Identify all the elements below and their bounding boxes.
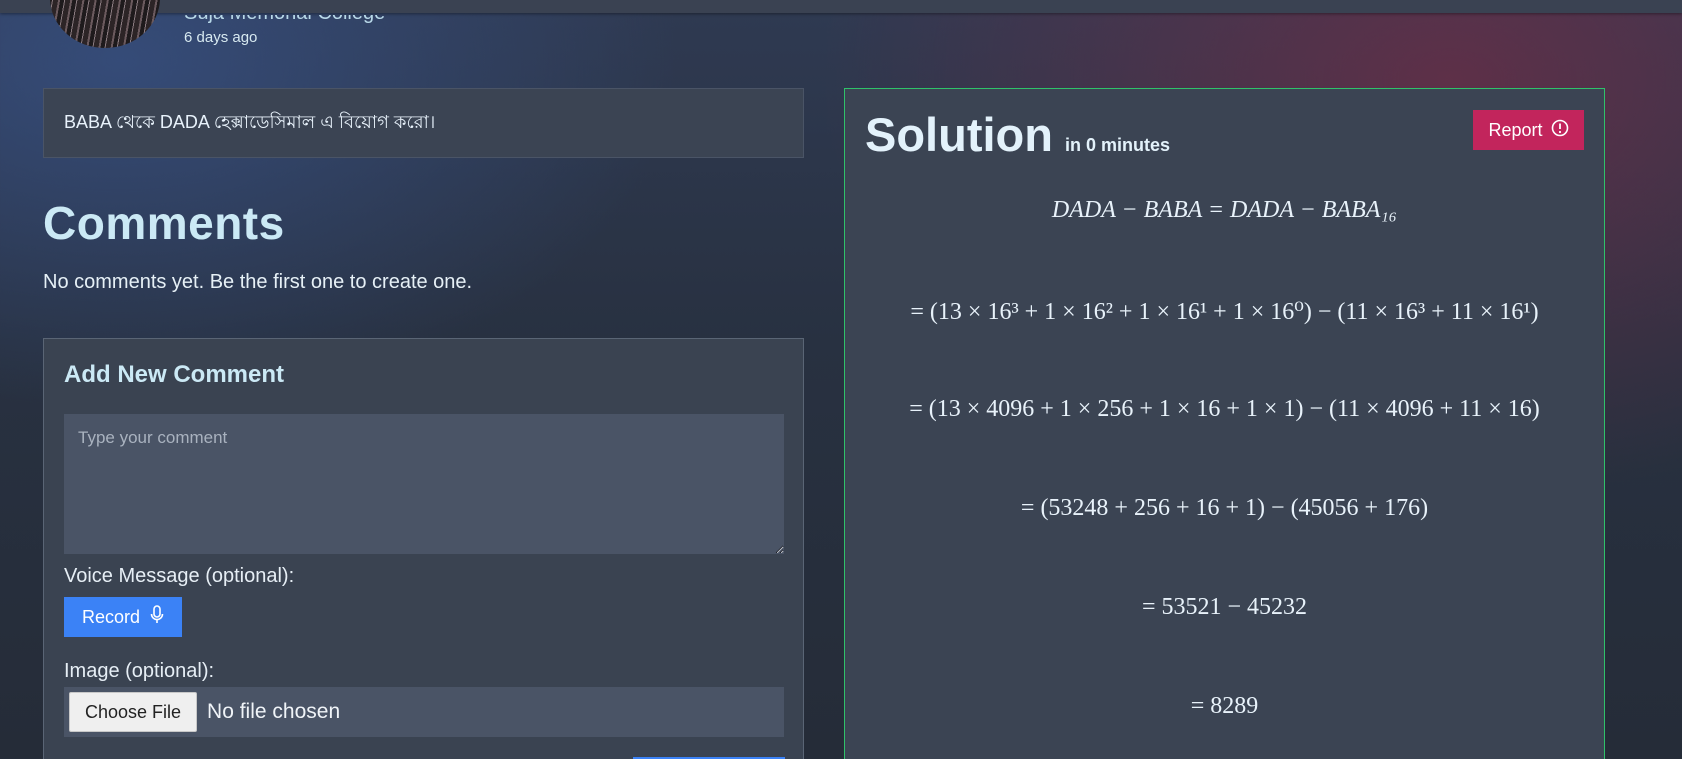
image-file-input[interactable]: Choose File No file chosen [64,687,784,737]
file-status-text: No file chosen [207,700,341,723]
solution-line: = 53521 − 45232 [1141,594,1308,620]
solution-line: DADA − BABA = DADA − BABA₁₆ [1051,197,1398,223]
report-button-label: Report [1488,119,1543,140]
record-button[interactable]: Record [64,597,182,637]
comments-heading: Comments [43,197,285,249]
voice-message-label: Voice Message (optional): [64,565,295,587]
solution-panel: Solution in 0 minutes Report DADA − BABA… [844,88,1605,759]
no-comments-text: No comments yet. Be the first one to cre… [43,271,473,293]
avatar[interactable] [50,0,160,48]
add-comment-title: Add New Comment [64,361,285,388]
alert-circle-icon [1551,119,1569,142]
top-navbar [0,0,1682,13]
image-label: Image (optional): [64,660,215,682]
solution-line: = (13 × 16³ + 1 × 16² + 1 × 16¹ + 1 × 16… [910,299,1539,325]
question-text: BABA থেকে DADA হেক্সাডেসিমাল এ বিয়োগ কর… [64,111,436,132]
solution-title: Solution [865,108,1053,161]
record-button-label: Record [81,606,141,627]
post-timestamp: 6 days ago [184,29,258,46]
solution-line: = (13 × 4096 + 1 × 256 + 1 × 16 + 1 × 1)… [909,396,1540,422]
solution-heading: Solution in 0 minutes [865,107,1170,162]
question-box: BABA থেকে DADA হেক্সাডেসিমাল এ বিয়োগ কর… [43,88,804,158]
choose-file-button[interactable]: Choose File [69,692,198,732]
add-comment-form: Add New Comment Voice Message (optional)… [43,338,804,759]
solution-line: = 8289 [1190,693,1259,719]
report-button[interactable]: Report [1473,110,1584,150]
microphone-icon [150,604,164,630]
solution-line: = (53248 + 256 + 16 + 1) − (45056 + 176) [1020,495,1429,521]
comment-textarea[interactable] [64,414,784,554]
solution-time: in 0 minutes [1064,135,1170,155]
